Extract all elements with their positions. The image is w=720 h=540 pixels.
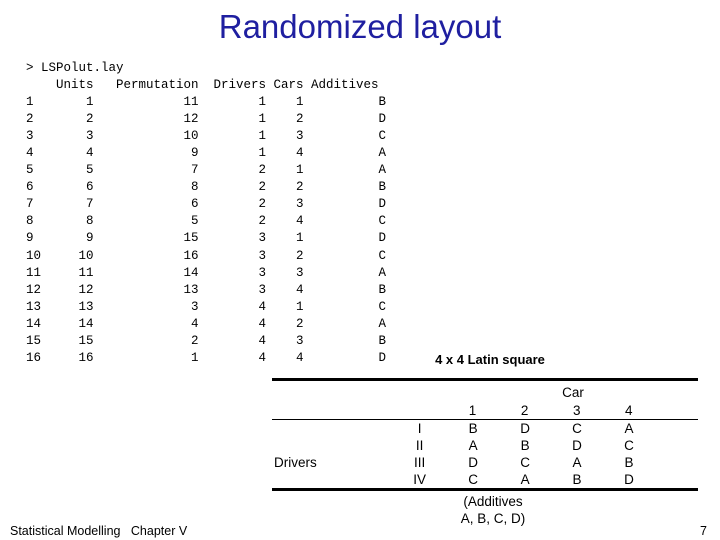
- console-data-row: 12 12 13 3 4 B: [26, 282, 387, 297]
- latin-square-table: 1 2 3 4: [272, 402, 698, 419]
- column-label-2: 2: [520, 403, 529, 418]
- column-label-1: 1: [468, 403, 477, 418]
- column-label-row: 1 2 3 4: [272, 402, 698, 419]
- latin-square-cell-r2c1: A: [468, 438, 478, 454]
- console-data-row: 1 1 11 1 1 B: [26, 95, 387, 110]
- page-title: Randomized layout: [218, 8, 502, 45]
- column-group-label: Car: [562, 385, 584, 400]
- latin-square-figure: 4 x 4 Latin square Car 1 2 3 4 I B D C A II A B…: [272, 352, 698, 527]
- latin-square-cell-r1c3: C: [572, 421, 582, 437]
- latin-square-caption: 4 x 4 Latin square: [435, 352, 545, 367]
- console-data-row: 13 13 3 4 1 C: [26, 299, 387, 314]
- latin-square-row: IV C A B D: [272, 471, 698, 488]
- latin-square-rows: I B D C A II A B D C Drivers III D C A B IV C A B D: [272, 420, 698, 488]
- latin-square-cell-r4c2: A: [520, 472, 530, 488]
- row-group-spacer: [272, 437, 392, 454]
- row-group-label: Drivers: [274, 455, 317, 471]
- column-pad: [655, 402, 698, 419]
- column-label-3: 3: [572, 403, 581, 418]
- latin-square-cell-r3c3: A: [572, 455, 582, 471]
- latin-square-cell-r1c2: D: [520, 421, 530, 437]
- latin-square-body-table: I B D C A II A B D C Drivers III D C A B IV C A B D: [272, 420, 698, 488]
- latin-square-cell-r2c2: B: [520, 438, 530, 454]
- latin-square-cell-r3c4: B: [624, 455, 634, 471]
- corner-cell: [272, 402, 392, 419]
- console-data-row: 6 6 8 2 2 B: [26, 180, 387, 195]
- latin-square-cell-r2c3: D: [572, 438, 582, 454]
- footer-label: Statistical Modelling Chapter V: [10, 524, 188, 538]
- latin-square-row: II A B D C: [272, 437, 698, 454]
- latin-square-note: (Additives A, B, C, D): [272, 491, 698, 527]
- latin-square-row: Drivers III D C A B: [272, 454, 698, 471]
- row-label-3: III: [414, 455, 426, 471]
- row-pad: [655, 454, 698, 471]
- row-label-4: IV: [413, 472, 427, 488]
- latin-square-cell-r1c1: B: [468, 421, 478, 437]
- console-header-row: Units Permutation Drivers Cars Additives: [26, 78, 379, 93]
- latin-square-cell-r4c3: B: [572, 472, 582, 488]
- row-label-1: I: [417, 421, 422, 437]
- note-line-2: A, B, C, D): [460, 511, 526, 527]
- row-group-spacer: [272, 471, 392, 488]
- page-number: 7: [700, 524, 707, 538]
- console-data-row: 11 11 14 3 3 A: [26, 265, 387, 280]
- console-data-row: 10 10 16 3 2 C: [26, 248, 387, 263]
- console-data-row: 8 8 5 2 4 C: [26, 214, 387, 229]
- latin-square-table-body: 1 2 3 4: [272, 402, 698, 419]
- console-data-row: 9 9 15 3 1 D: [26, 231, 387, 246]
- latin-square-row: IBDCA: [272, 420, 698, 437]
- row-pad: [655, 471, 698, 488]
- latin-square-cell-r1c4: A: [624, 421, 634, 437]
- console-data-row: 14 14 4 4 2 A: [26, 316, 387, 331]
- console-data-row: 15 15 2 4 3 B: [26, 333, 387, 348]
- console-prompt-line: > LSPolut.lay: [26, 61, 124, 75]
- console-data-row: 2 2 12 1 2 D: [26, 112, 387, 127]
- console-data-row: 4 4 9 1 4 A: [26, 146, 387, 161]
- corner-cell-roman: [392, 402, 447, 419]
- row-group-spacer: [272, 420, 392, 437]
- row-pad: [655, 420, 698, 437]
- console-data-row: 7 7 6 2 3 D: [26, 197, 387, 212]
- console-data-row: 5 5 7 2 1 A: [26, 163, 387, 178]
- note-line-1: (Additives: [463, 494, 523, 510]
- row-pad: [655, 437, 698, 454]
- latin-square-cell-r2c4: C: [624, 438, 634, 454]
- latin-square-cell-r4c4: D: [624, 472, 634, 488]
- console-output: > LSPolut.lay Units Permutation Drivers …: [26, 60, 386, 367]
- column-label-4: 4: [625, 403, 633, 418]
- column-group-header: Car: [272, 384, 698, 402]
- row-label-2: II: [415, 438, 424, 454]
- latin-square-cell-r3c1: D: [468, 455, 478, 471]
- latin-square-cell-r4c1: C: [468, 472, 478, 488]
- console-data-row: 3 3 10 1 3 C: [26, 129, 387, 144]
- latin-square-cell-r3c2: C: [520, 455, 530, 471]
